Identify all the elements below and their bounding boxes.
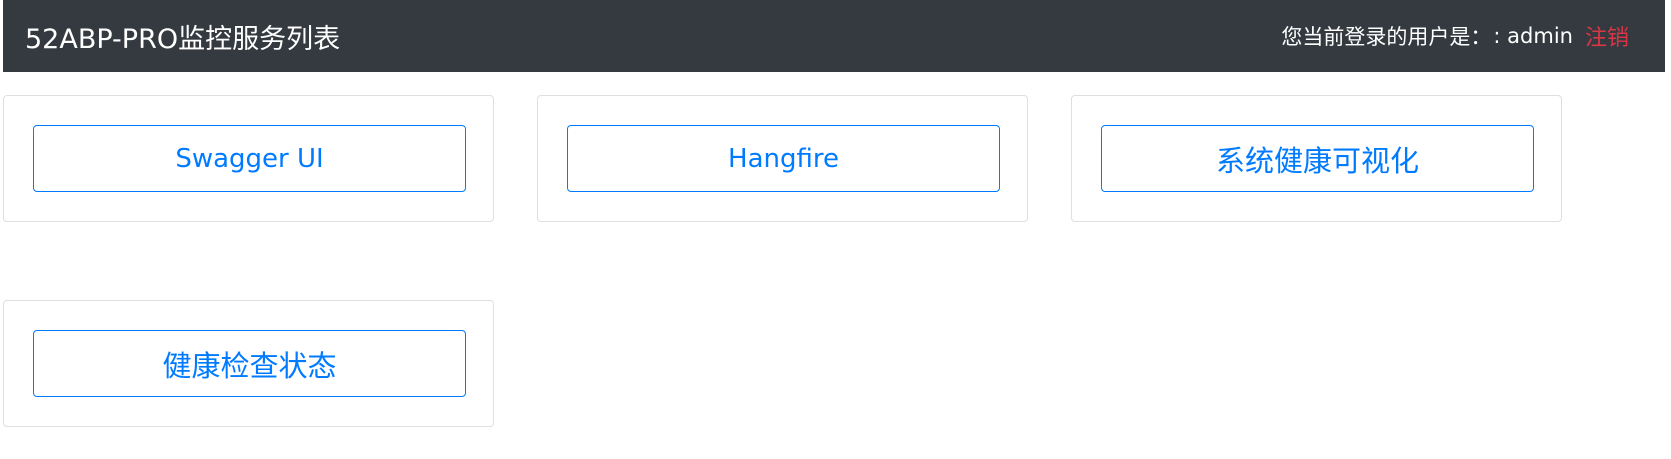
top-navbar: 52ABP-PRO监控服务列表 您当前登录的用户是： : admin 注销 xyxy=(3,0,1665,72)
logout-link[interactable]: 注销 xyxy=(1585,20,1629,52)
service-card-hangfire: Hangfire xyxy=(537,95,1028,222)
current-username: : admin xyxy=(1493,24,1573,48)
swagger-ui-button[interactable]: Swagger UI xyxy=(33,125,466,192)
user-info: 您当前登录的用户是： : admin 注销 xyxy=(1281,20,1629,52)
health-check-status-button[interactable]: 健康检查状态 xyxy=(33,330,466,397)
current-user-label: 您当前登录的用户是： xyxy=(1281,25,1492,49)
page-title: 52ABP-PRO监控服务列表 xyxy=(25,23,341,55)
health-visualization-button[interactable]: 系统健康可视化 xyxy=(1101,125,1534,192)
service-card-health-check: 健康检查状态 xyxy=(3,300,494,427)
service-card-health-ui: 系统健康可视化 xyxy=(1071,95,1562,222)
hangfire-button[interactable]: Hangfire xyxy=(567,125,1000,192)
service-card-swagger: Swagger UI xyxy=(3,95,494,222)
